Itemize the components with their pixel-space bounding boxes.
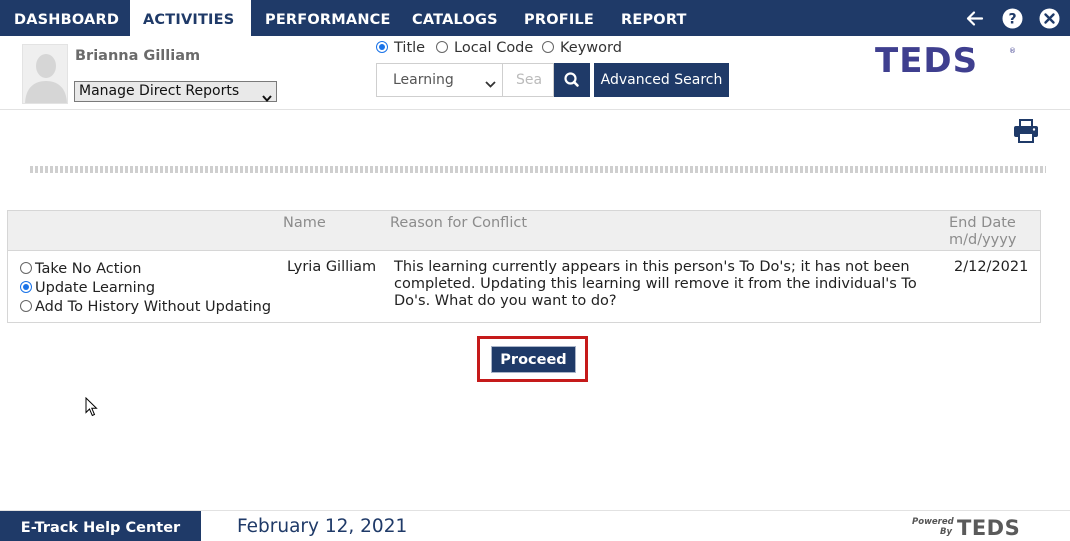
svg-text:?: ? xyxy=(1008,12,1016,28)
mouse-cursor-icon xyxy=(85,396,99,417)
top-nav: DASHBOARD ACTIVITIES PERFORMANCE CATALOG… xyxy=(0,0,1070,36)
print-icon[interactable] xyxy=(1012,118,1040,144)
action-take-no-action[interactable]: Take No Action xyxy=(20,261,142,277)
chevron-down-icon xyxy=(262,89,272,108)
search-icon xyxy=(564,72,579,87)
radio-local-code[interactable] xyxy=(436,41,448,53)
section-divider xyxy=(30,166,1046,173)
action-update-learning[interactable]: Update Learning xyxy=(20,280,155,296)
cell-end-date: 2/12/2021 xyxy=(954,259,1029,275)
avatar xyxy=(22,44,68,104)
radio-update-learning[interactable] xyxy=(20,281,32,293)
nav-activities[interactable]: ACTIVITIES xyxy=(130,0,251,36)
column-header-end-date: End Date xyxy=(949,215,1016,231)
conflict-table: Name Reason for Conflict End Date m/d/yy… xyxy=(7,210,1041,323)
action-add-to-history[interactable]: Add To History Without Updating xyxy=(20,299,271,315)
back-arrow-icon[interactable] xyxy=(964,8,985,29)
chevron-down-icon xyxy=(485,76,496,92)
svg-text:®: ® xyxy=(1009,47,1016,55)
header-bar: Brianna Gilliam Manage Direct Reports Ti… xyxy=(0,36,1070,110)
search-mode-local-code[interactable]: Local Code xyxy=(436,40,533,56)
column-header-name: Name xyxy=(283,215,326,231)
help-center-button[interactable]: E-Track Help Center xyxy=(0,511,201,541)
search-input[interactable]: Sea xyxy=(502,63,554,97)
cell-reason: This learning currently appears in this … xyxy=(394,259,917,309)
help-icon[interactable]: ? xyxy=(1002,8,1023,29)
search-type-value: Learning xyxy=(393,72,454,88)
svg-text:PoweredBy: Powered By xyxy=(912,517,955,537)
radio-keyword[interactable] xyxy=(542,41,554,53)
search-button[interactable] xyxy=(554,63,590,97)
radio-add-to-history[interactable] xyxy=(20,300,32,312)
table-row: Take No Action Update Learning Add To Hi… xyxy=(8,252,1040,322)
powered-by-teds-logo: Powered By TEDS xyxy=(912,516,1042,540)
direct-reports-select-value: Manage Direct Reports xyxy=(79,83,240,99)
close-icon[interactable] xyxy=(1039,8,1060,29)
user-name: Brianna Gilliam xyxy=(75,48,201,64)
nav-catalogs[interactable]: CATALOGS xyxy=(412,0,498,36)
search-type-select[interactable]: Learning xyxy=(376,63,503,97)
table-header: Name Reason for Conflict End Date m/d/yy… xyxy=(8,211,1040,251)
nav-profile[interactable]: PROFILE xyxy=(524,0,594,36)
teds-logo: TEDS ® xyxy=(873,41,1018,81)
search-mode-keyword[interactable]: Keyword xyxy=(542,40,622,56)
proceed-button[interactable]: Proceed xyxy=(491,346,576,373)
footer-date: February 12, 2021 xyxy=(237,516,408,537)
nav-dashboard[interactable]: DASHBOARD xyxy=(14,0,119,36)
radio-take-no-action[interactable] xyxy=(20,262,32,274)
column-header-reason: Reason for Conflict xyxy=(390,215,528,231)
direct-reports-select[interactable]: Manage Direct Reports xyxy=(74,81,277,103)
search-mode-title[interactable]: Title xyxy=(376,40,425,56)
cell-name: Lyria Gilliam xyxy=(287,259,377,275)
nav-report[interactable]: REPORT xyxy=(621,0,687,36)
svg-text:TEDS: TEDS xyxy=(875,42,978,78)
advanced-search-button[interactable]: Advanced Search xyxy=(594,63,729,97)
svg-text:TEDS: TEDS xyxy=(957,516,1020,538)
nav-performance[interactable]: PERFORMANCE xyxy=(265,0,391,36)
radio-title[interactable] xyxy=(376,41,388,53)
column-header-date-format: m/d/yyyy xyxy=(949,232,1017,248)
